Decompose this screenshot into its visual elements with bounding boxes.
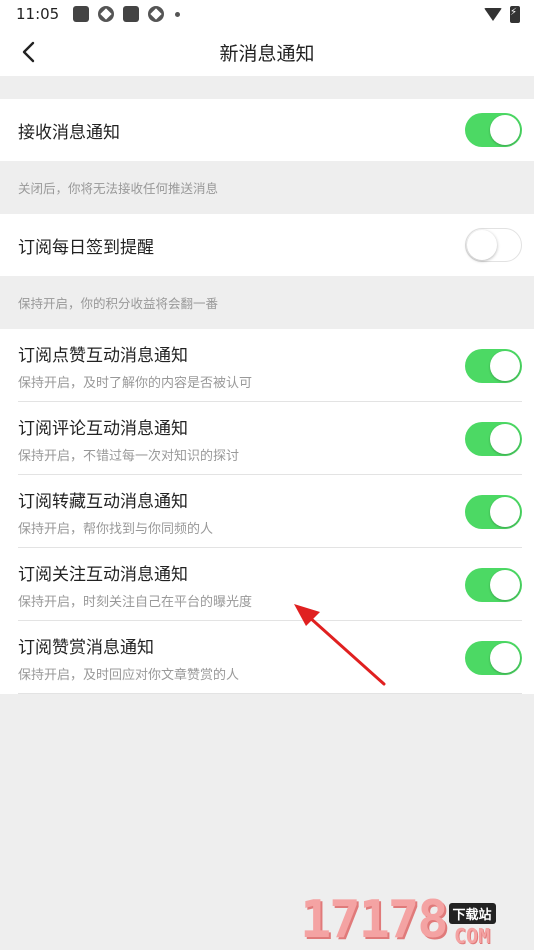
collect-notify-sub: 保持开启，帮你找到与你同频的人	[18, 521, 214, 537]
daily-hint: 保持开启，你的积分收益将会翻一番	[0, 276, 534, 329]
page-title: 新消息通知	[219, 42, 315, 65]
like-notify-sub: 保持开启，及时了解你的内容是否被认可	[18, 375, 253, 391]
more-notifications-dot	[175, 11, 181, 17]
toggle-knob	[490, 642, 520, 673]
collect-notify-row: 订阅转藏互动消息通知 保持开启，帮你找到与你同频的人	[0, 475, 534, 548]
app-notification-icon	[98, 6, 115, 22]
collect-notify-toggle[interactable]	[465, 494, 522, 529]
reward-notify-row: 订阅赞赏消息通知 保持开启，及时回应对你文章赞赏的人	[0, 621, 534, 694]
notification-icon	[73, 6, 90, 22]
comment-notify-toggle[interactable]	[465, 421, 522, 456]
watermark-suffix: COM	[453, 924, 491, 948]
daily-section: 订阅每日签到提醒	[0, 214, 534, 276]
like-notify-row: 订阅点赞互动消息通知 保持开启，及时了解你的内容是否被认可	[0, 329, 534, 402]
section-gap	[0, 76, 534, 99]
watermark-number: 17178	[300, 890, 449, 950]
follow-notify-sub: 保持开启，时刻关注自己在平台的曝光度	[18, 594, 253, 610]
nav-bar: 新消息通知	[0, 28, 534, 76]
reward-notify-label: 订阅赞赏消息通知	[18, 637, 154, 658]
toggle-knob	[490, 496, 520, 527]
site-watermark: 17178 下载站 COM	[300, 888, 530, 948]
like-notify-label: 订阅点赞互动消息通知	[18, 345, 188, 366]
daily-checkin-toggle[interactable]	[465, 228, 522, 262]
comment-notify-row: 订阅评论互动消息通知 保持开启，不错过每一次对知识的探讨	[0, 402, 534, 475]
status-time: 11:05	[16, 5, 60, 23]
back-button[interactable]	[14, 38, 42, 66]
toggle-knob	[490, 569, 520, 600]
toggle-knob	[490, 115, 520, 145]
receive-notifications-row: 接收消息通知	[0, 99, 534, 161]
follow-notify-row: 订阅关注互动消息通知 保持开启，时刻关注自己在平台的曝光度	[0, 548, 534, 621]
like-notify-toggle[interactable]	[465, 348, 522, 383]
notification-icon	[123, 6, 140, 22]
receive-section: 接收消息通知	[0, 99, 534, 161]
comment-notify-label: 订阅评论互动消息通知	[18, 418, 188, 439]
watermark-badge: 下载站	[448, 903, 496, 924]
interaction-section: 订阅点赞互动消息通知 保持开启，及时了解你的内容是否被认可 订阅评论互动消息通知…	[0, 329, 534, 694]
toggle-knob	[490, 423, 520, 454]
wifi-icon	[484, 7, 502, 21]
receive-hint: 关闭后，你将无法接收任何推送消息	[0, 161, 534, 214]
daily-checkin-label: 订阅每日签到提醒	[18, 237, 154, 258]
reward-notify-sub: 保持开启，及时回应对你文章赞赏的人	[18, 667, 240, 683]
annotation-arrow-icon	[294, 604, 386, 686]
reward-notify-toggle[interactable]	[465, 640, 522, 675]
comment-notify-sub: 保持开启，不错过每一次对知识的探讨	[18, 448, 240, 464]
receive-notifications-toggle[interactable]	[465, 113, 522, 147]
receive-notifications-label: 接收消息通知	[18, 122, 120, 143]
status-bar: 11:05	[0, 0, 534, 28]
follow-notify-label: 订阅关注互动消息通知	[18, 564, 188, 585]
toggle-knob	[467, 230, 497, 260]
daily-checkin-row: 订阅每日签到提醒	[0, 214, 534, 276]
collect-notify-label: 订阅转藏互动消息通知	[18, 491, 188, 512]
follow-notify-toggle[interactable]	[465, 567, 522, 602]
battery-icon	[510, 5, 520, 23]
toggle-knob	[490, 350, 520, 381]
app-notification-icon	[148, 6, 165, 22]
back-arrow-icon	[22, 41, 35, 63]
